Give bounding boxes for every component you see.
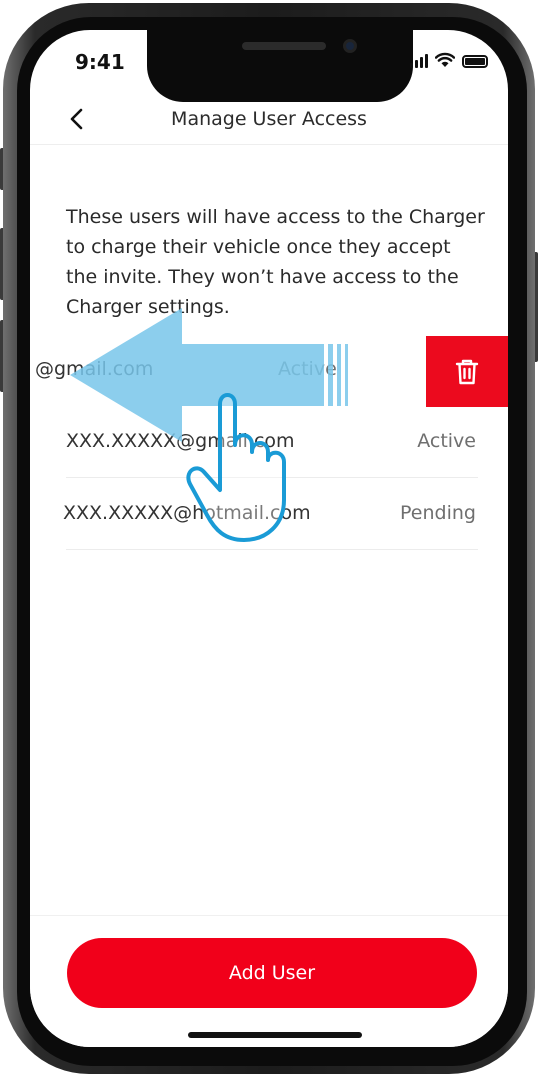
front-camera (343, 39, 357, 53)
row-divider (66, 549, 478, 550)
row-divider (66, 477, 478, 478)
status-time: 9:41 (75, 50, 125, 74)
nav-divider (30, 144, 508, 145)
notch (147, 30, 413, 102)
user-status: Active (278, 358, 337, 380)
wifi-icon (435, 52, 455, 67)
delete-user-button[interactable] (426, 336, 508, 407)
add-user-button[interactable]: Add User (67, 938, 477, 1008)
trash-icon (455, 359, 479, 384)
access-description: These users will have access to the Char… (66, 206, 485, 318)
signal-icon (410, 52, 428, 68)
status-icons (410, 52, 488, 68)
phone-screen: 9:41 Manage User Access These users will… (30, 30, 508, 1047)
page-title: Manage User Access (171, 108, 367, 130)
user-email: XXX.XXXXX@hotmail.com (63, 502, 311, 524)
home-indicator (188, 1032, 362, 1038)
user-email: @gmail.com (35, 358, 154, 380)
user-status: Pending (400, 502, 476, 524)
user-email: XXX.XXXXX@gmail.com (66, 430, 295, 452)
user-row[interactable]: XXX.XXXXX@gmail.com Active (30, 408, 508, 478)
battery-icon (462, 55, 488, 68)
speaker-grille (242, 42, 326, 50)
user-row[interactable]: XXX.XXXXX@hotmail.com Pending (30, 480, 508, 550)
user-status: Active (417, 430, 476, 452)
